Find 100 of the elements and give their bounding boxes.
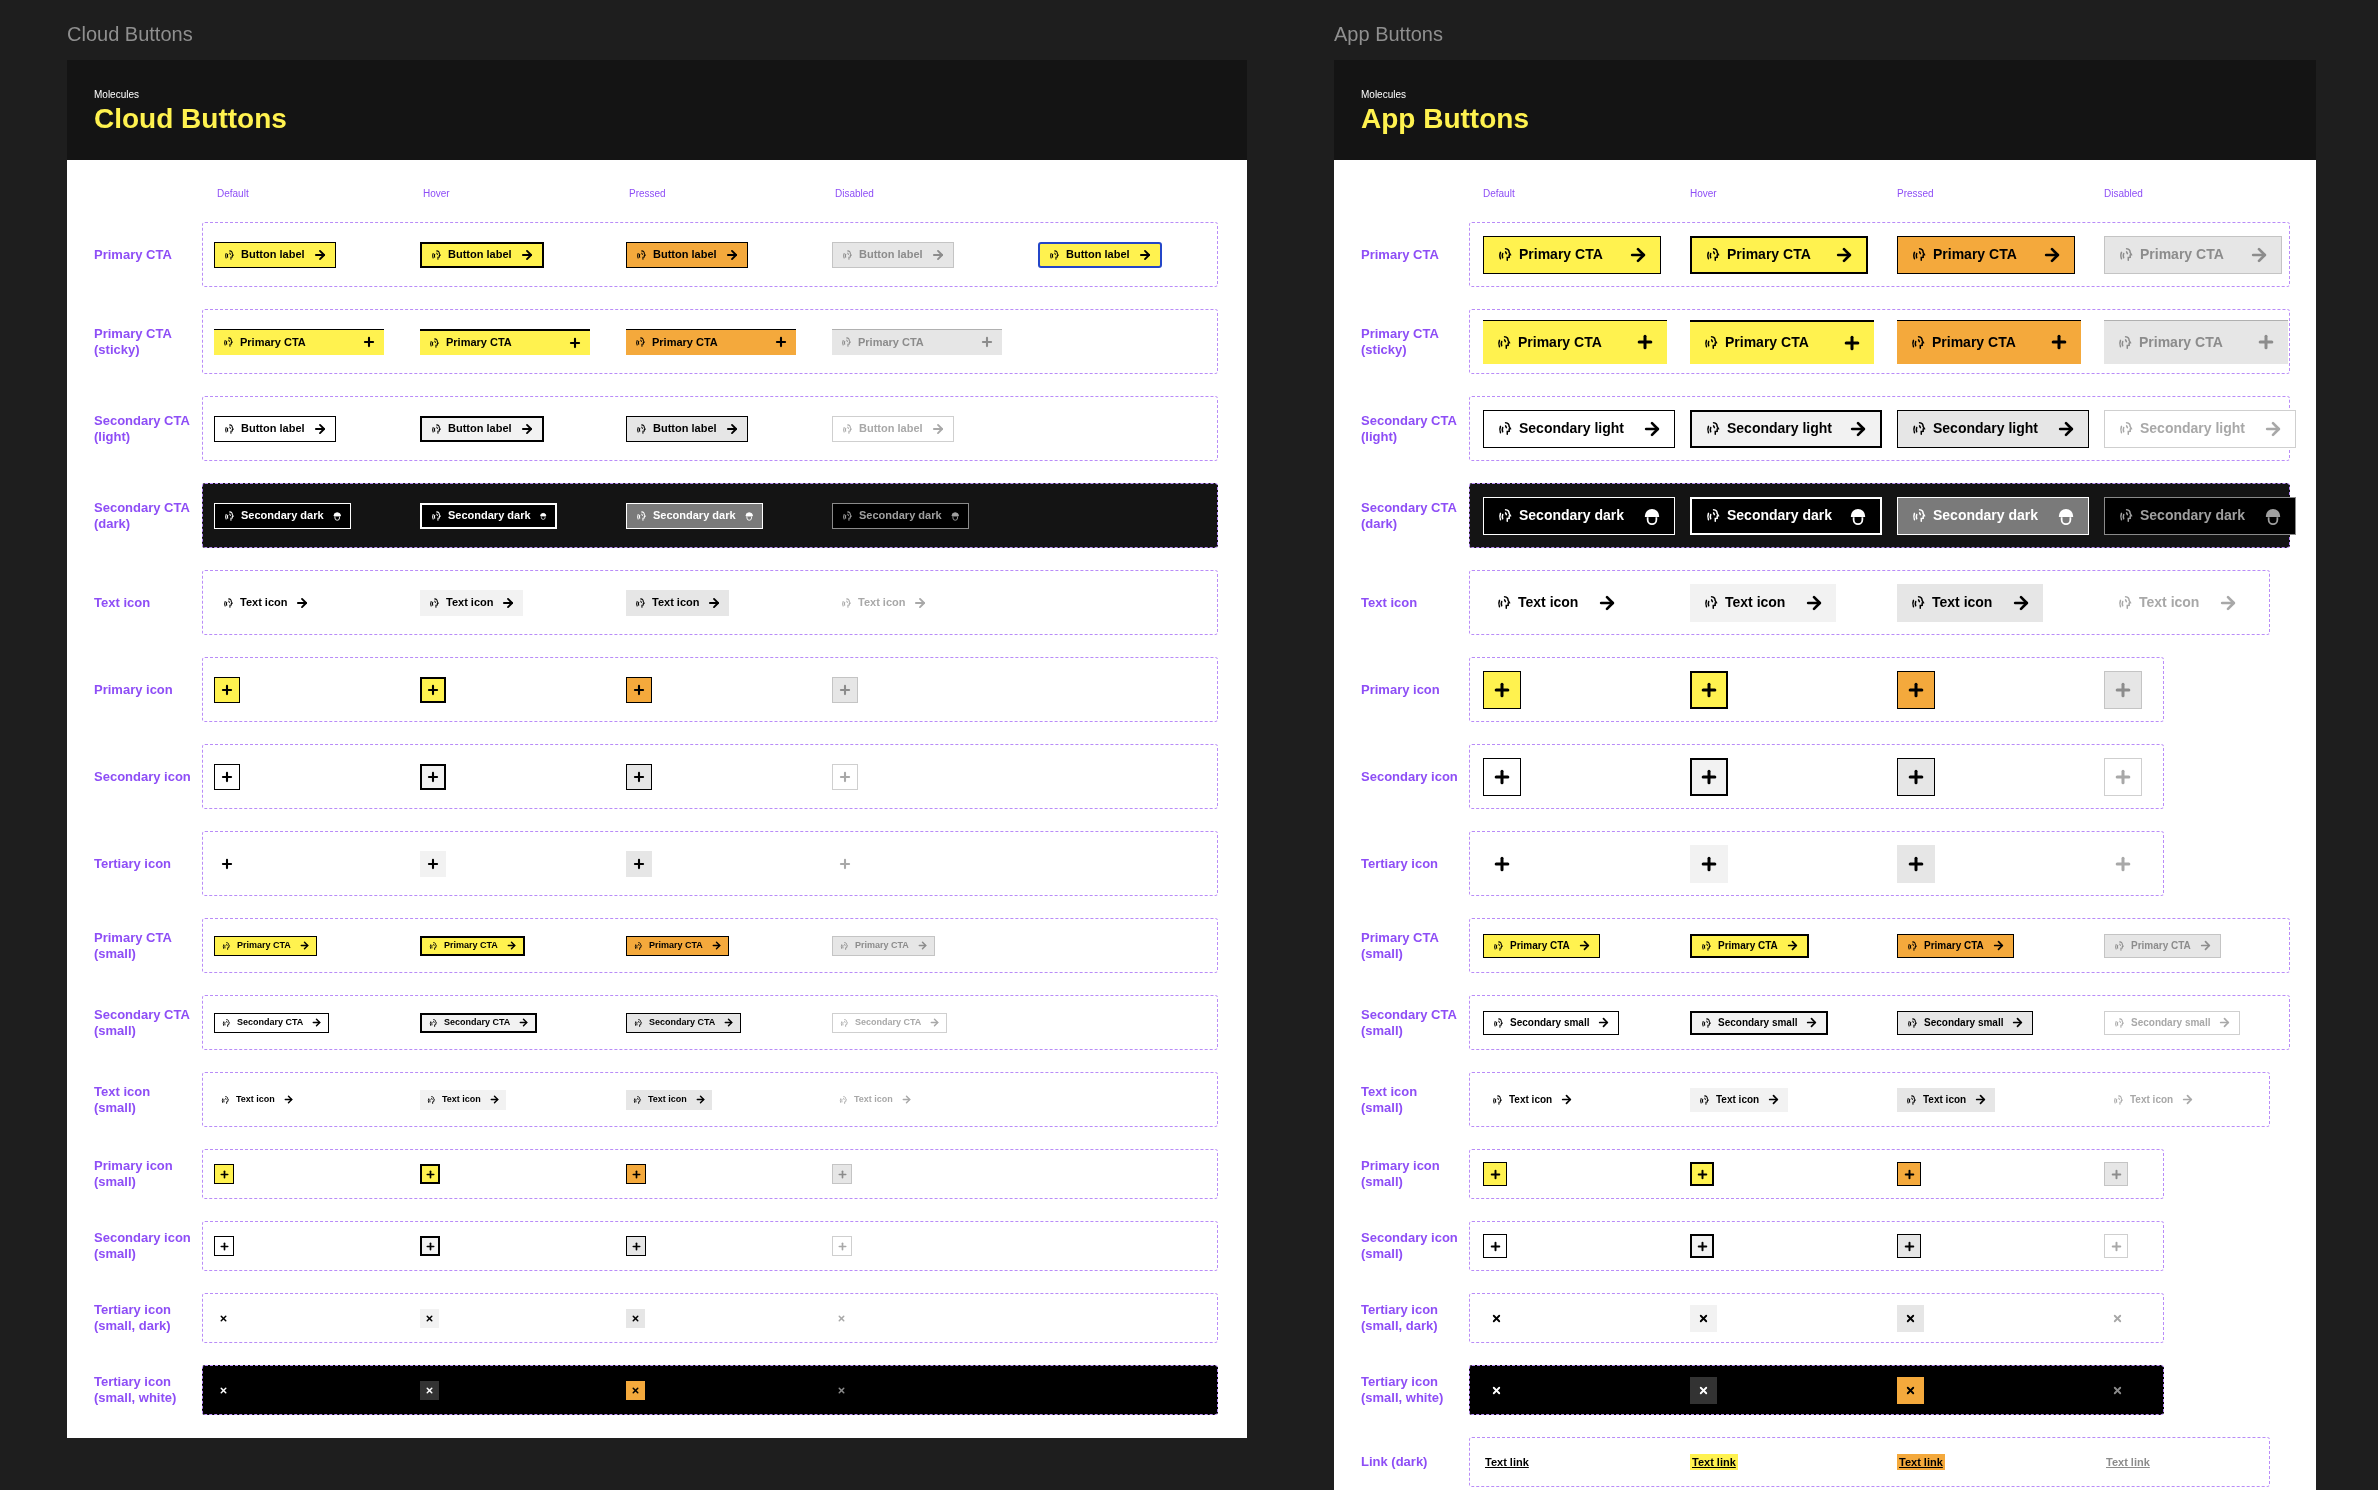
close-button[interactable] [626, 1380, 645, 1400]
icon-button[interactable] [1897, 844, 1935, 883]
sticky-button[interactable]: Primary CTA [214, 328, 384, 355]
primary-button[interactable]: Primary CTA [420, 935, 525, 956]
secondary-button[interactable]: Secondary dark [2104, 496, 2296, 535]
primary-button[interactable]: Primary CTA [626, 935, 729, 956]
text-button[interactable]: Text icon [214, 1089, 300, 1110]
text-link[interactable]: Text link [1690, 1453, 1738, 1471]
close-button[interactable] [420, 1380, 439, 1400]
icon-button[interactable] [214, 763, 240, 790]
secondary-button[interactable]: Button label [420, 415, 544, 442]
icon-button[interactable] [1897, 670, 1935, 709]
icon-button[interactable] [214, 676, 240, 703]
text-button[interactable]: Text icon [1897, 583, 2043, 622]
text-button[interactable]: Text icon [420, 589, 524, 616]
icon-button[interactable] [1483, 670, 1521, 709]
plus-icon [838, 682, 852, 697]
primary-button[interactable]: Primary CTA [1690, 235, 1868, 274]
speaking-head-icon [1698, 1093, 1710, 1106]
primary-button[interactable]: Button label [214, 241, 336, 268]
icon-button[interactable] [214, 1164, 234, 1184]
primary-button[interactable]: Primary CTA [1483, 933, 1600, 958]
close-icon [1698, 1312, 1709, 1324]
icon-button[interactable] [1690, 1162, 1714, 1186]
icon-button[interactable] [420, 763, 446, 790]
icon-button[interactable] [626, 1164, 646, 1184]
secondary-button[interactable]: Secondary light [1897, 409, 2089, 448]
icon-button[interactable] [214, 1236, 234, 1256]
text-button[interactable]: Text icon [1897, 1087, 1996, 1112]
sticky-button[interactable]: Primary CTA [1897, 319, 2081, 364]
text-link[interactable]: Text link [1897, 1453, 1945, 1471]
close-button[interactable] [420, 1308, 439, 1328]
secondary-button[interactable]: Secondary dark [832, 502, 969, 529]
icon-button[interactable] [1690, 757, 1728, 796]
close-button[interactable] [1690, 1304, 1717, 1332]
text-link[interactable]: Text link [1483, 1453, 1531, 1471]
icon-button[interactable] [420, 850, 446, 877]
primary-button[interactable]: Primary CTA [1897, 235, 2075, 274]
icon-button[interactable] [626, 676, 652, 703]
icon-button[interactable] [1483, 1162, 1507, 1186]
speaking-head-icon [1702, 594, 1719, 611]
text-button[interactable]: Text icon [626, 1089, 712, 1110]
icon-button[interactable] [1690, 844, 1728, 883]
text-button[interactable]: Text icon [420, 1089, 506, 1110]
icon-button[interactable] [1483, 1234, 1507, 1258]
close-button[interactable] [626, 1308, 645, 1328]
primary-button[interactable]: Button label [420, 241, 544, 268]
text-button[interactable]: Text icon [1690, 583, 1836, 622]
icon-button[interactable] [420, 1236, 440, 1256]
icon-button[interactable] [1690, 670, 1728, 709]
text-button[interactable]: Text icon [214, 589, 318, 616]
secondary-button[interactable]: Button label [626, 415, 748, 442]
sticky-button[interactable]: Primary CTA [626, 328, 796, 355]
text-button[interactable]: Text icon [626, 589, 730, 616]
close-button[interactable] [1690, 1376, 1717, 1404]
primary-button[interactable]: Primary CTA [214, 935, 317, 956]
icon-button[interactable] [626, 1236, 646, 1256]
panel-title: Cloud Buttons [94, 102, 288, 136]
icon-button[interactable] [420, 1164, 440, 1184]
text-button[interactable]: Text icon [1483, 1087, 1582, 1112]
icon-button[interactable] [420, 676, 446, 703]
icon-button[interactable] [1897, 1234, 1921, 1258]
sticky-button[interactable]: Primary CTA [420, 328, 590, 355]
secondary-button[interactable]: Secondary dark [420, 502, 557, 529]
secondary-button[interactable]: Secondary light [1483, 409, 1675, 448]
secondary-button[interactable]: Secondary light [1690, 409, 1882, 448]
sticky-button[interactable]: Primary CTA [1690, 319, 1874, 364]
secondary-button[interactable]: Secondary CTA [626, 1012, 742, 1033]
row-label: Tertiary icon (small, dark) [94, 1302, 173, 1334]
secondary-button[interactable]: Secondary small [1897, 1010, 2034, 1035]
secondary-button[interactable]: Secondary dark [1690, 496, 1882, 535]
close-button[interactable] [1897, 1376, 1924, 1404]
secondary-button[interactable]: Secondary small [1690, 1010, 1829, 1035]
primary-button[interactable]: Button label [626, 241, 748, 268]
icon-button[interactable] [1483, 757, 1521, 796]
icon-button[interactable] [1897, 757, 1935, 796]
sticky-button[interactable]: Primary CTA [1483, 319, 1667, 364]
arrow-right-icon [295, 595, 310, 610]
secondary-button[interactable]: Secondary CTA [214, 1012, 330, 1033]
secondary-button[interactable]: Secondary CTA [420, 1012, 538, 1033]
secondary-button[interactable]: Secondary dark [214, 502, 351, 529]
speaking-head-icon [2113, 1016, 2125, 1029]
text-button[interactable]: Text icon [1690, 1087, 1789, 1112]
secondary-button[interactable]: Secondary dark [1897, 496, 2089, 535]
icon-button[interactable] [1897, 1162, 1921, 1186]
secondary-button[interactable]: Secondary small [1483, 1010, 1620, 1035]
close-button[interactable] [1897, 1304, 1924, 1332]
primary-button[interactable]: Button label [1038, 241, 1162, 268]
primary-button[interactable]: Primary CTA [1483, 235, 1661, 274]
icon-button[interactable] [626, 850, 652, 877]
icon-button[interactable] [1690, 1234, 1714, 1258]
secondary-button[interactable]: Button label [214, 415, 336, 442]
secondary-button[interactable]: Secondary dark [626, 502, 763, 529]
primary-button[interactable]: Primary CTA [1897, 933, 2014, 958]
secondary-button[interactable]: Secondary dark [1483, 496, 1675, 535]
speaking-head-icon [2116, 594, 2133, 611]
plus-icon [836, 1240, 848, 1252]
icon-button[interactable] [626, 763, 652, 790]
text-button[interactable]: Text icon [1483, 583, 1629, 622]
primary-button[interactable]: Primary CTA [1690, 933, 1809, 958]
